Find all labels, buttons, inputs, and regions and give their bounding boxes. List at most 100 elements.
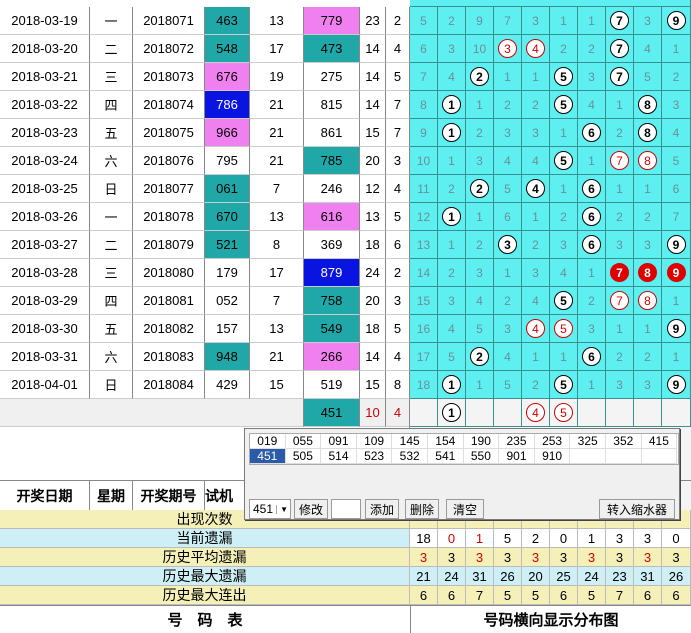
distribution-cell: 5 [662, 147, 691, 175]
stat-value: 24 [438, 567, 466, 586]
modify-button[interactable]: 修改 [294, 499, 328, 519]
draw-trial-sum: 21 [250, 91, 304, 119]
draw-trial: 179 [205, 259, 250, 287]
draw-result: 861 [304, 119, 360, 147]
draw-result-sum: 20 [360, 287, 386, 315]
miss-count: 2 [644, 209, 651, 224]
miss-count: 2 [532, 97, 539, 112]
number-option[interactable]: 550 [463, 449, 500, 464]
stat-value: 7 [606, 586, 634, 605]
repeat-number-circle: 4 [526, 319, 545, 338]
draw-result-sum: 14 [360, 63, 386, 91]
number-option[interactable]: 190 [463, 434, 500, 449]
draw-trial: 521 [205, 231, 250, 259]
draw-trial-sum: 21 [250, 147, 304, 175]
number-option [606, 449, 642, 464]
distribution-cell: 5 [550, 147, 578, 175]
draw-result: 369 [304, 231, 360, 259]
number-input[interactable] [331, 499, 361, 519]
distribution-cell: 3 [494, 231, 522, 259]
distribution-cell: 2 [662, 63, 691, 91]
number-option[interactable]: 109 [356, 434, 393, 449]
miss-count: 3 [616, 377, 623, 392]
number-option[interactable]: 253 [534, 434, 571, 449]
distribution-cell: 1 [494, 259, 522, 287]
draw-trial-sum: 21 [250, 119, 304, 147]
hit-number-circle: 5 [554, 95, 573, 114]
miss-count: 2 [476, 125, 483, 140]
distribution-cell: 5 [438, 343, 466, 371]
hit-number-circle: 5 [554, 67, 573, 86]
distribution-cell: 3 [522, 7, 550, 35]
number-option[interactable]: 505 [285, 449, 322, 464]
header-trial: 试机 [205, 480, 245, 510]
distribution-cell: 3 [634, 7, 662, 35]
draw-date: 2018-03-29 [0, 287, 90, 315]
consecutive-number-circle: 8 [638, 263, 657, 282]
miss-count: 1 [560, 13, 567, 28]
distribution-cell: 1 [578, 7, 606, 35]
delete-button[interactable]: 删除 [405, 499, 439, 519]
number-option[interactable]: 145 [392, 434, 428, 449]
distribution-cell: 1 [606, 175, 634, 203]
miss-count: 7 [504, 13, 511, 28]
miss-count: 3 [616, 237, 623, 252]
hit-number-circle: 6 [582, 179, 601, 198]
pending-blank [0, 399, 304, 427]
stat-value: 31 [634, 567, 662, 586]
header-issue: 开奖期号 [133, 480, 205, 510]
distribution-cell: 2 [522, 371, 550, 399]
number-option[interactable]: 055 [285, 434, 322, 449]
number-option[interactable]: 532 [392, 449, 428, 464]
distribution-cell: 5 [494, 175, 522, 203]
miss-count: 1 [672, 349, 680, 364]
hit-number-circle: 9 [666, 375, 686, 394]
chevron-down-icon[interactable]: ▼ [276, 504, 288, 514]
miss-count: 3 [644, 377, 651, 392]
number-option[interactable]: 325 [570, 434, 606, 449]
stat-value: 3 [550, 548, 578, 567]
draw-span: 7 [386, 119, 410, 147]
draw-date: 2018-03-26 [0, 203, 90, 231]
number-option[interactable]: 352 [606, 434, 642, 449]
distribution-cell: 3 [438, 287, 466, 315]
miss-count: 4 [504, 349, 511, 364]
draw-weekday: 五 [90, 315, 133, 343]
number-combo[interactable]: 451 ▼ [249, 499, 291, 519]
stat-value: 6 [662, 586, 691, 605]
number-option[interactable]: 091 [321, 434, 357, 449]
miss-count: 1 [588, 13, 595, 28]
number-option[interactable]: 514 [321, 449, 357, 464]
hit-number-circle: 4 [526, 179, 545, 198]
distribution-cell: 1 [438, 147, 466, 175]
number-option[interactable]: 541 [428, 449, 464, 464]
clear-button[interactable]: 清空 [446, 499, 484, 519]
distribution-cell: 1 [662, 287, 691, 315]
distribution-cell: 1 [466, 203, 494, 231]
number-option[interactable]: 019 [250, 434, 286, 449]
number-option[interactable]: 235 [499, 434, 535, 449]
distribution-cell: 7 [494, 7, 522, 35]
number-option[interactable]: 523 [356, 449, 393, 464]
miss-count: 16 [416, 321, 431, 336]
number-option[interactable]: 451 [250, 449, 286, 464]
miss-count: 2 [560, 209, 567, 224]
distribution-cell: 13 [410, 231, 438, 259]
number-option[interactable]: 154 [428, 434, 464, 449]
transfer-to-filter-button[interactable]: 转入缩水器 [599, 499, 675, 519]
add-button[interactable]: 添加 [365, 499, 399, 519]
distribution-cell: 3 [522, 119, 550, 147]
draw-span: 2 [386, 7, 410, 35]
number-option[interactable]: 901 [499, 449, 535, 464]
distribution-cell: 9 [662, 259, 691, 287]
number-option[interactable]: 415 [641, 434, 678, 449]
hit-number-circle: 5 [554, 291, 573, 310]
distribution-cell: 5 [466, 315, 494, 343]
distribution-cell: 9 [662, 315, 691, 343]
draw-date: 2018-03-27 [0, 231, 90, 259]
number-option[interactable]: 910 [534, 449, 571, 464]
distribution-cell: 2 [634, 203, 662, 231]
distribution-cell: 8 [634, 259, 662, 287]
miss-count: 2 [616, 125, 623, 140]
hit-number-circle: 2 [470, 67, 489, 86]
